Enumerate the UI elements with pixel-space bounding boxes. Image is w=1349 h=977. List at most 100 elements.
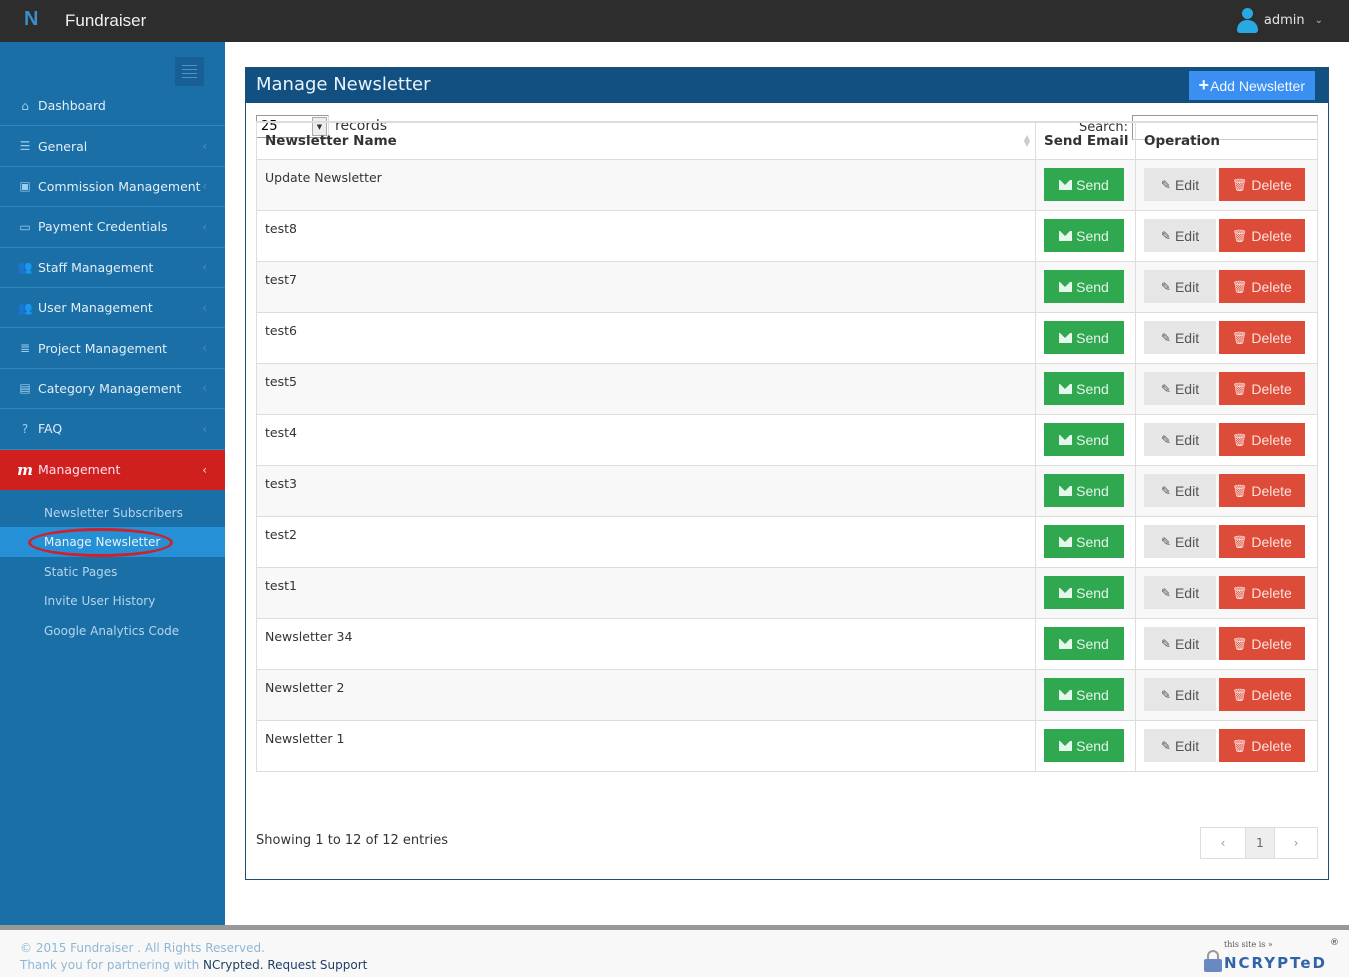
newsletter-name: test3 xyxy=(256,464,1036,517)
sidebar-item-category-management[interactable]: ▤ Category Management ‹ xyxy=(0,369,225,410)
send-label: Send xyxy=(1076,329,1109,346)
sidebar-item-project-management[interactable]: ≣ Project Management ‹ xyxy=(0,328,225,369)
send-button[interactable]: Send xyxy=(1044,219,1124,252)
padlock-icon xyxy=(1203,950,1222,972)
delete-button[interactable]: 🗑 Delete xyxy=(1219,219,1305,252)
submenu-item-invite-user-history[interactable]: Invite User History xyxy=(0,586,225,616)
edit-button[interactable]: ✎ Edit xyxy=(1144,474,1216,507)
delete-button[interactable]: 🗑 Delete xyxy=(1219,678,1305,711)
send-button[interactable]: Send xyxy=(1044,168,1124,201)
edit-icon: ✎ xyxy=(1160,738,1171,753)
delete-button[interactable]: 🗑 Delete xyxy=(1219,423,1305,456)
sidebar: ⌂ Dashboard ‹ ☰ General ‹ ▣ Commission Manageme… xyxy=(0,42,225,925)
submenu-item-google-analytics-code[interactable]: Google Analytics Code xyxy=(0,616,225,646)
table-row: Update Newsletter Send ✎ Edit 🗑 Delete xyxy=(256,158,1318,211)
delete-button[interactable]: 🗑 Delete xyxy=(1219,270,1305,303)
edit-button[interactable]: ✎ Edit xyxy=(1144,678,1216,711)
edit-button[interactable]: ✎ Edit xyxy=(1144,423,1216,456)
send-button[interactable]: Send xyxy=(1044,321,1124,354)
edit-button[interactable]: ✎ Edit xyxy=(1144,576,1216,609)
ncrypted-badge[interactable]: this site is » NCRYPTeD ® xyxy=(1203,938,1339,972)
delete-button[interactable]: 🗑 Delete xyxy=(1219,321,1305,354)
send-button[interactable]: Send xyxy=(1044,372,1124,405)
delete-button[interactable]: 🗑 Delete xyxy=(1219,525,1305,558)
delete-button[interactable]: 🗑 Delete xyxy=(1219,729,1305,762)
send-button[interactable]: Send xyxy=(1044,678,1124,711)
logo[interactable]: N xyxy=(24,8,44,30)
request-support-link[interactable]: Request Support xyxy=(267,958,367,972)
sidebar-item-staff-management[interactable]: 👥 Staff Management ‹ xyxy=(0,248,225,288)
sidebar-item-general[interactable]: ☰ General ‹ xyxy=(0,126,225,167)
send-button[interactable]: Send xyxy=(1044,729,1124,762)
user-name: admin xyxy=(1263,12,1305,28)
send-label: Send xyxy=(1076,176,1109,193)
edit-label: Edit xyxy=(1174,329,1200,346)
edit-button[interactable]: ✎ Edit xyxy=(1144,372,1216,405)
column-header-send-email: Send Email xyxy=(1035,121,1136,160)
table-row: test2 Send ✎ Edit 🗑 Delete xyxy=(256,515,1318,568)
footer-text: © 2015 Fundraiser . All Rights Reserved.… xyxy=(20,940,367,974)
money-icon: ▣ xyxy=(19,179,31,194)
column-header-operation: Operation xyxy=(1135,121,1318,160)
newsletter-name: test6 xyxy=(256,311,1036,364)
delete-label: Delete xyxy=(1251,431,1292,448)
pagination-page-1[interactable]: 1 xyxy=(1245,828,1275,858)
plus-icon: + xyxy=(1198,75,1210,95)
table-row: Newsletter 1 Send ✎ Edit 🗑 Delete xyxy=(256,719,1318,772)
sidebar-toggle-button[interactable] xyxy=(175,57,204,86)
send-button[interactable]: Send xyxy=(1044,474,1124,507)
ncrypted-link[interactable]: NCrypted xyxy=(203,958,260,972)
sidebar-item-faq[interactable]: ? FAQ ‹ xyxy=(0,409,225,450)
edit-button[interactable]: ✎ Edit xyxy=(1144,168,1216,201)
trash-icon: 🗑 xyxy=(1232,585,1248,600)
edit-button[interactable]: ✎ Edit xyxy=(1144,321,1216,354)
edit-icon: ✎ xyxy=(1160,381,1171,396)
sidebar-item-dashboard[interactable]: ⌂Dashboard‹ xyxy=(0,86,225,127)
edit-label: Edit xyxy=(1174,227,1200,244)
send-button[interactable]: Send xyxy=(1044,423,1124,456)
pagination-next[interactable]: › xyxy=(1275,828,1317,858)
edit-button[interactable]: ✎ Edit xyxy=(1144,270,1216,303)
edit-button[interactable]: ✎ Edit xyxy=(1144,729,1216,762)
send-label: Send xyxy=(1076,227,1109,244)
pagination-prev[interactable]: ‹ xyxy=(1201,828,1245,858)
column-header-newsletter-name[interactable]: Newsletter Name ▲ ▼ xyxy=(256,121,1036,160)
edit-label: Edit xyxy=(1174,584,1200,601)
edit-button[interactable]: ✎ Edit xyxy=(1144,627,1216,660)
send-button[interactable]: Send xyxy=(1044,576,1124,609)
submenu-item-newsletter-subscribers[interactable]: Newsletter Subscribers xyxy=(0,498,225,528)
delete-button[interactable]: 🗑 Delete xyxy=(1219,168,1305,201)
trash-icon: 🗑 xyxy=(1232,687,1248,702)
send-button[interactable]: Send xyxy=(1044,627,1124,660)
delete-button[interactable]: 🗑 Delete xyxy=(1219,474,1305,507)
table-header-row: Newsletter Name ▲ ▼ Send Email Operation xyxy=(256,121,1318,160)
delete-label: Delete xyxy=(1251,227,1292,244)
edit-button[interactable]: ✎ Edit xyxy=(1144,525,1216,558)
trash-icon: 🗑 xyxy=(1232,636,1248,651)
list-icon: ≣ xyxy=(19,341,31,356)
users-icon: 👥 xyxy=(17,260,33,275)
pagination: ‹ 1 › xyxy=(1200,827,1318,859)
submenu-item-static-pages[interactable]: Static Pages xyxy=(0,557,225,587)
send-button[interactable]: Send xyxy=(1044,525,1124,558)
sidebar-item-management[interactable]: m Management ‹ xyxy=(0,449,225,490)
envelope-icon xyxy=(1059,434,1073,445)
sidebar-item-user-management[interactable]: 👥 User Management ‹ xyxy=(0,288,225,329)
user-avatar-icon xyxy=(1236,7,1258,33)
send-label: Send xyxy=(1076,686,1109,703)
delete-button[interactable]: 🗑 Delete xyxy=(1219,372,1305,405)
user-menu[interactable]: admin ⌄ xyxy=(1236,7,1323,33)
add-newsletter-button[interactable]: + Add Newsletter xyxy=(1188,71,1315,100)
column-label: Newsletter Name xyxy=(265,132,397,149)
delete-button[interactable]: 🗑 Delete xyxy=(1219,576,1305,609)
delete-label: Delete xyxy=(1251,533,1292,550)
delete-button[interactable]: 🗑 Delete xyxy=(1219,627,1305,660)
edit-icon: ✎ xyxy=(1160,483,1171,498)
sidebar-item-payment-credentials[interactable]: ▭ Payment Credentials ‹ xyxy=(0,207,225,248)
sidebar-item-commission-management[interactable]: ▣ Commission Management ‹ xyxy=(0,167,225,208)
send-button[interactable]: Send xyxy=(1044,270,1124,303)
edit-button[interactable]: ✎ Edit xyxy=(1144,219,1216,252)
submenu-item-manage-newsletter[interactable]: Manage Newsletter xyxy=(0,527,225,558)
send-email-cell: Send xyxy=(1035,158,1136,211)
newsletter-name: test1 xyxy=(256,566,1036,619)
